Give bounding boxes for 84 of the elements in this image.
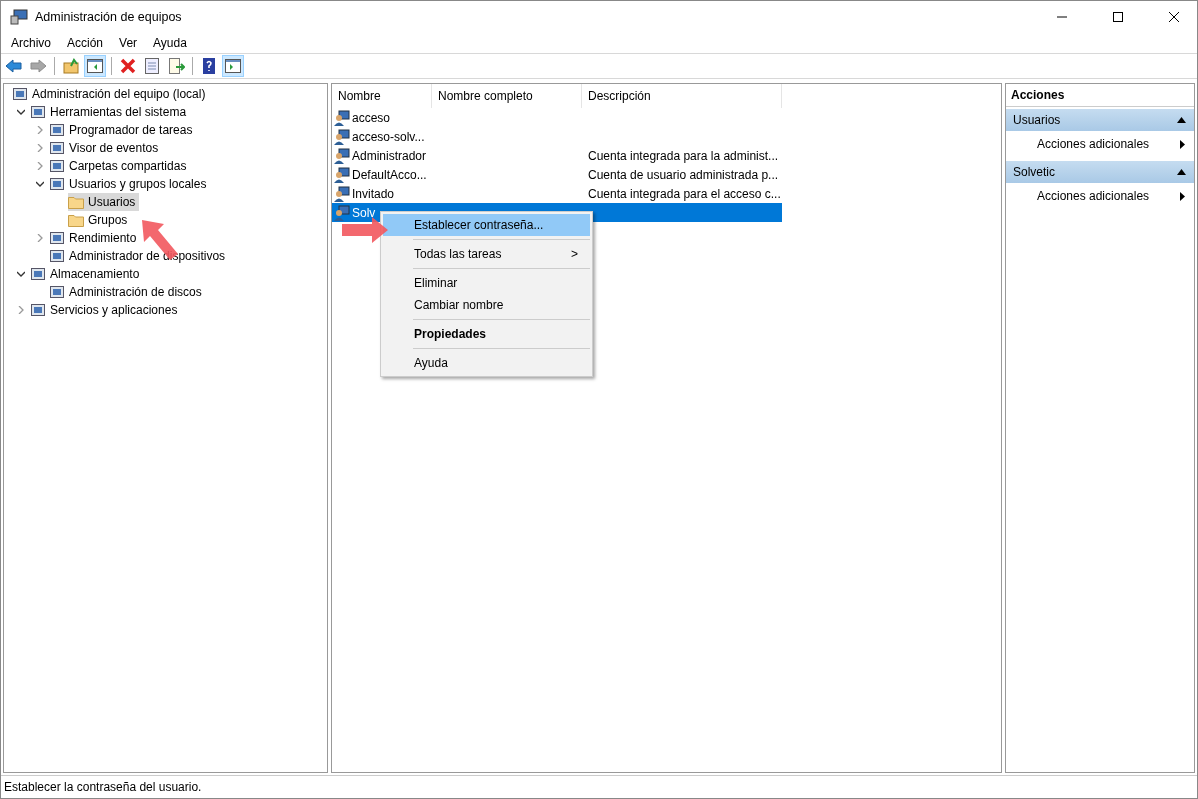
submenu-triangle-icon xyxy=(1180,191,1185,201)
maximize-icon[interactable] xyxy=(1113,11,1123,22)
menu-item[interactable]: Acción xyxy=(59,35,112,50)
window-title: Administración de equipos xyxy=(35,9,182,24)
user-row[interactable]: Administrador Cuenta integrada para la administ... xyxy=(332,146,782,165)
console-icon xyxy=(12,86,28,102)
console-icon xyxy=(30,302,46,318)
expand-chevron-icon[interactable] xyxy=(17,306,25,314)
user-icon xyxy=(334,185,350,202)
user-name: Solv xyxy=(352,205,376,220)
console-icon xyxy=(49,140,65,156)
menu-item[interactable]: Ayuda xyxy=(145,35,195,50)
expand-chevron-icon[interactable] xyxy=(36,162,44,170)
console-icon xyxy=(49,158,65,174)
context-menu-item[interactable]: Ayuda xyxy=(383,352,590,374)
tree-toggle-button[interactable] xyxy=(84,55,106,77)
user-icon xyxy=(334,128,350,145)
tree-item[interactable]: Servicios y aplicaciones xyxy=(30,301,182,319)
user-name: Administrador xyxy=(352,148,427,163)
folder-icon xyxy=(68,213,84,227)
collapse-chevron-icon[interactable] xyxy=(17,108,25,116)
user-description: Cuenta integrada para la administ... xyxy=(588,148,779,163)
expand-chevron-icon[interactable] xyxy=(36,144,44,152)
tree-item[interactable]: Carpetas compartidas xyxy=(49,157,191,175)
action-pane-button[interactable] xyxy=(222,55,244,77)
tree-item[interactable]: Programador de tareas xyxy=(49,121,197,139)
close-icon[interactable] xyxy=(1169,11,1179,22)
expand-chevron-icon[interactable] xyxy=(36,126,44,134)
collapse-chevron-icon[interactable] xyxy=(17,270,25,278)
context-menu-item[interactable]: Cambiar nombre xyxy=(383,294,590,316)
user-icon xyxy=(334,166,350,183)
context-menu-item[interactable]: Todas las tareas > xyxy=(383,243,590,265)
user-name: Invitado xyxy=(352,186,395,201)
status-bar: Establecer la contraseña del usuario. xyxy=(1,775,1197,798)
tree-item[interactable]: Visor de eventos xyxy=(49,139,163,157)
tree-item[interactable]: Administrador de dispositivos xyxy=(49,247,230,265)
context-menu-item[interactable]: Establecer contraseña... xyxy=(383,214,590,236)
user-icon xyxy=(334,109,350,126)
user-row[interactable]: DefaultAcco... Cuenta de usuario administrada p... xyxy=(332,165,782,184)
actions-section-header[interactable]: Solvetic xyxy=(1006,161,1194,183)
console-icon xyxy=(49,122,65,138)
user-icon xyxy=(334,147,350,164)
console-icon xyxy=(30,266,46,282)
user-description: Cuenta de usuario administrada p... xyxy=(588,167,779,182)
collapse-chevron-icon[interactable] xyxy=(36,180,44,188)
tree-item[interactable]: Administración de discos xyxy=(49,283,206,301)
tree-item[interactable]: Usuarios y grupos locales xyxy=(49,175,211,193)
actions-title: Acciones xyxy=(1006,84,1194,107)
console-icon xyxy=(49,284,65,300)
annotation-arrow xyxy=(342,217,388,243)
menu-item[interactable]: Ver xyxy=(111,35,146,50)
collapse-triangle-icon[interactable] xyxy=(1177,169,1186,175)
user-name: acceso-solv... xyxy=(352,129,425,144)
actions-section-header[interactable]: Usuarios xyxy=(1006,109,1194,131)
column-header[interactable]: Nombre completo xyxy=(432,84,582,108)
tree-item[interactable]: Rendimiento xyxy=(49,229,141,247)
user-row[interactable]: acceso xyxy=(332,108,782,127)
console-icon xyxy=(49,176,65,192)
console-icon xyxy=(49,248,65,264)
column-header[interactable]: Descripción xyxy=(582,84,782,108)
tree-item[interactable]: Almacenamiento xyxy=(30,265,144,283)
menu-item[interactable]: Archivo xyxy=(3,35,59,50)
collapse-triangle-icon[interactable] xyxy=(1177,117,1186,123)
folder-icon xyxy=(68,195,84,209)
console-icon xyxy=(49,230,65,246)
action-item[interactable]: Acciones adicionales xyxy=(1006,131,1194,157)
user-name: acceso xyxy=(352,110,391,125)
user-name: DefaultAcco... xyxy=(352,167,427,182)
submenu-triangle-icon xyxy=(1180,139,1185,149)
tree-item[interactable]: Grupos xyxy=(68,211,132,229)
user-row[interactable]: Invitado Cuenta integrada para el acceso c... xyxy=(332,184,782,203)
user-icon xyxy=(334,204,350,221)
expand-chevron-icon[interactable] xyxy=(36,234,44,242)
column-header[interactable]: Nombre xyxy=(332,84,432,108)
console-icon xyxy=(30,104,46,120)
context-menu-item[interactable]: Propiedades xyxy=(383,323,590,345)
tree-item[interactable]: Herramientas del sistema xyxy=(30,103,191,121)
user-description: Cuenta integrada para el acceso c... xyxy=(588,186,781,201)
user-row[interactable]: acceso-solv... xyxy=(332,127,782,146)
tree-item[interactable]: Usuarios xyxy=(68,193,140,211)
context-menu-item[interactable]: Eliminar xyxy=(383,272,590,294)
computer-icon xyxy=(10,8,28,25)
action-item[interactable]: Acciones adicionales xyxy=(1006,183,1194,209)
tree-item[interactable]: Administración del equipo (local) xyxy=(12,85,210,103)
